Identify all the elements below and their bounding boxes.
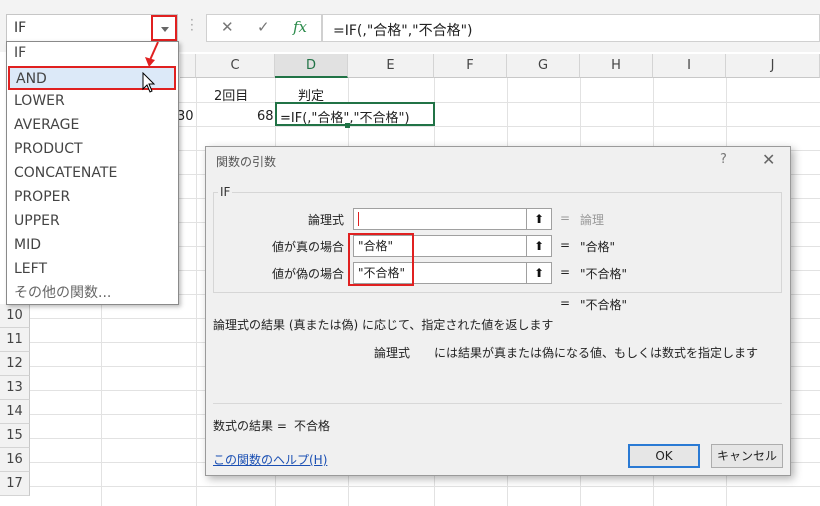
name-box[interactable]: IF [6, 14, 178, 42]
formula-result-value: 不合格 [294, 419, 331, 433]
name-box-dropdown-button[interactable] [151, 15, 177, 41]
row-header-11[interactable]: 11 [0, 328, 30, 352]
function-name: IF [218, 185, 233, 199]
column-header-c[interactable]: C [196, 54, 275, 78]
function-arguments-dialog: 関数の引数 ? ✕ IF 論理式 ⬆ = 論理 値が真の場合 "合格" ⬆ = … [205, 146, 791, 476]
function-item-product[interactable]: PRODUCT [8, 138, 176, 162]
text-caret [358, 212, 359, 226]
cancel-button[interactable]: キャンセル [711, 444, 783, 468]
cell-b2[interactable]: 30 [177, 109, 194, 124]
insert-function-icon[interactable]: fx [293, 18, 307, 36]
function-item-more[interactable]: その他の関数... [8, 282, 176, 306]
function-item-mid[interactable]: MID [8, 234, 176, 258]
row-header-17[interactable]: 17 [0, 472, 30, 496]
row-header-15[interactable]: 15 [0, 424, 30, 448]
chevron-down-icon [161, 27, 169, 32]
arg-label-value-if-true: 値が真の場合 [271, 240, 344, 254]
cancel-icon[interactable]: ✕ [221, 18, 234, 36]
formula-buttons: ✕ ✓ fx [206, 14, 322, 42]
collapse-dialog-icon[interactable]: ⬆ [526, 235, 552, 257]
arg-result-value-if-false: "不合格" [580, 267, 628, 281]
enter-icon[interactable]: ✓ [257, 18, 270, 36]
highlight-box [348, 233, 414, 286]
column-header-i[interactable]: I [653, 54, 726, 78]
overall-result: "不合格" [580, 298, 628, 312]
column-header-h[interactable]: H [580, 54, 653, 78]
row-header-14[interactable]: 14 [0, 400, 30, 424]
arg-result-value-if-true: "合格" [580, 240, 616, 254]
active-cell-d2[interactable]: =IF(,"合格","不合格") [275, 102, 435, 126]
arg-equals-2: = [560, 238, 571, 252]
close-icon[interactable]: ✕ [762, 150, 775, 169]
help-icon[interactable]: ? [720, 152, 727, 167]
arg-result-logical-test: 論理 [580, 213, 605, 227]
fill-handle[interactable] [345, 123, 350, 128]
arg-input-logical-test[interactable] [353, 208, 552, 230]
collapse-dialog-icon[interactable]: ⬆ [526, 208, 552, 230]
column-header-b[interactable] [180, 54, 196, 78]
row-header-16[interactable]: 16 [0, 448, 30, 472]
function-help-link[interactable]: この関数のヘルプ(H) [213, 451, 327, 468]
formula-result-label: 数式の結果 = [213, 419, 287, 433]
formula-text: =IF(,"合格","不合格") [333, 23, 473, 39]
collapse-dialog-icon[interactable]: ⬆ [526, 262, 552, 284]
column-header-g[interactable]: G [507, 54, 580, 78]
row-header-10[interactable]: 10 [0, 304, 30, 328]
arg-help-name: 論理式 [374, 346, 411, 360]
drag-grip-icon[interactable]: · · · [190, 14, 194, 36]
column-header-j[interactable]: J [726, 54, 820, 78]
name-box-value: IF [14, 20, 27, 36]
column-header-e[interactable]: E [348, 54, 434, 78]
function-item-left[interactable]: LEFT [8, 258, 176, 282]
arg-label-logical-test: 論理式 [307, 213, 344, 227]
function-description: 論理式の結果 (真または偽) に応じて、指定された値を返します [213, 318, 554, 332]
function-item-concatenate[interactable]: CONCATENATE [8, 162, 176, 186]
cell-c1[interactable]: 2回目 [214, 85, 248, 104]
column-header-f[interactable]: F [434, 54, 507, 78]
function-item-proper[interactable]: PROPER [8, 186, 176, 210]
ok-button[interactable]: OK [628, 444, 700, 468]
annotation-arrow-icon [145, 41, 159, 67]
arg-label-value-if-false: 値が偽の場合 [271, 267, 344, 281]
arg-help-text: には結果が真または偽になる値、もしくは数式を指定します [434, 346, 759, 360]
overall-equals: = [560, 296, 571, 310]
arg-equals-1: = [560, 211, 571, 225]
column-header-d[interactable]: D [275, 54, 348, 78]
formula-input[interactable]: =IF(,"合格","不合格") [322, 14, 820, 42]
dialog-title: 関数の引数 [216, 155, 277, 169]
function-item-average[interactable]: AVERAGE [8, 114, 176, 138]
mouse-pointer-icon [142, 72, 156, 93]
function-item-upper[interactable]: UPPER [8, 210, 176, 234]
row-header-13[interactable]: 13 [0, 376, 30, 400]
arg-equals-3: = [560, 265, 571, 279]
cell-c2[interactable]: 68 [257, 109, 274, 124]
row-header-12[interactable]: 12 [0, 352, 30, 376]
divider [213, 403, 782, 404]
